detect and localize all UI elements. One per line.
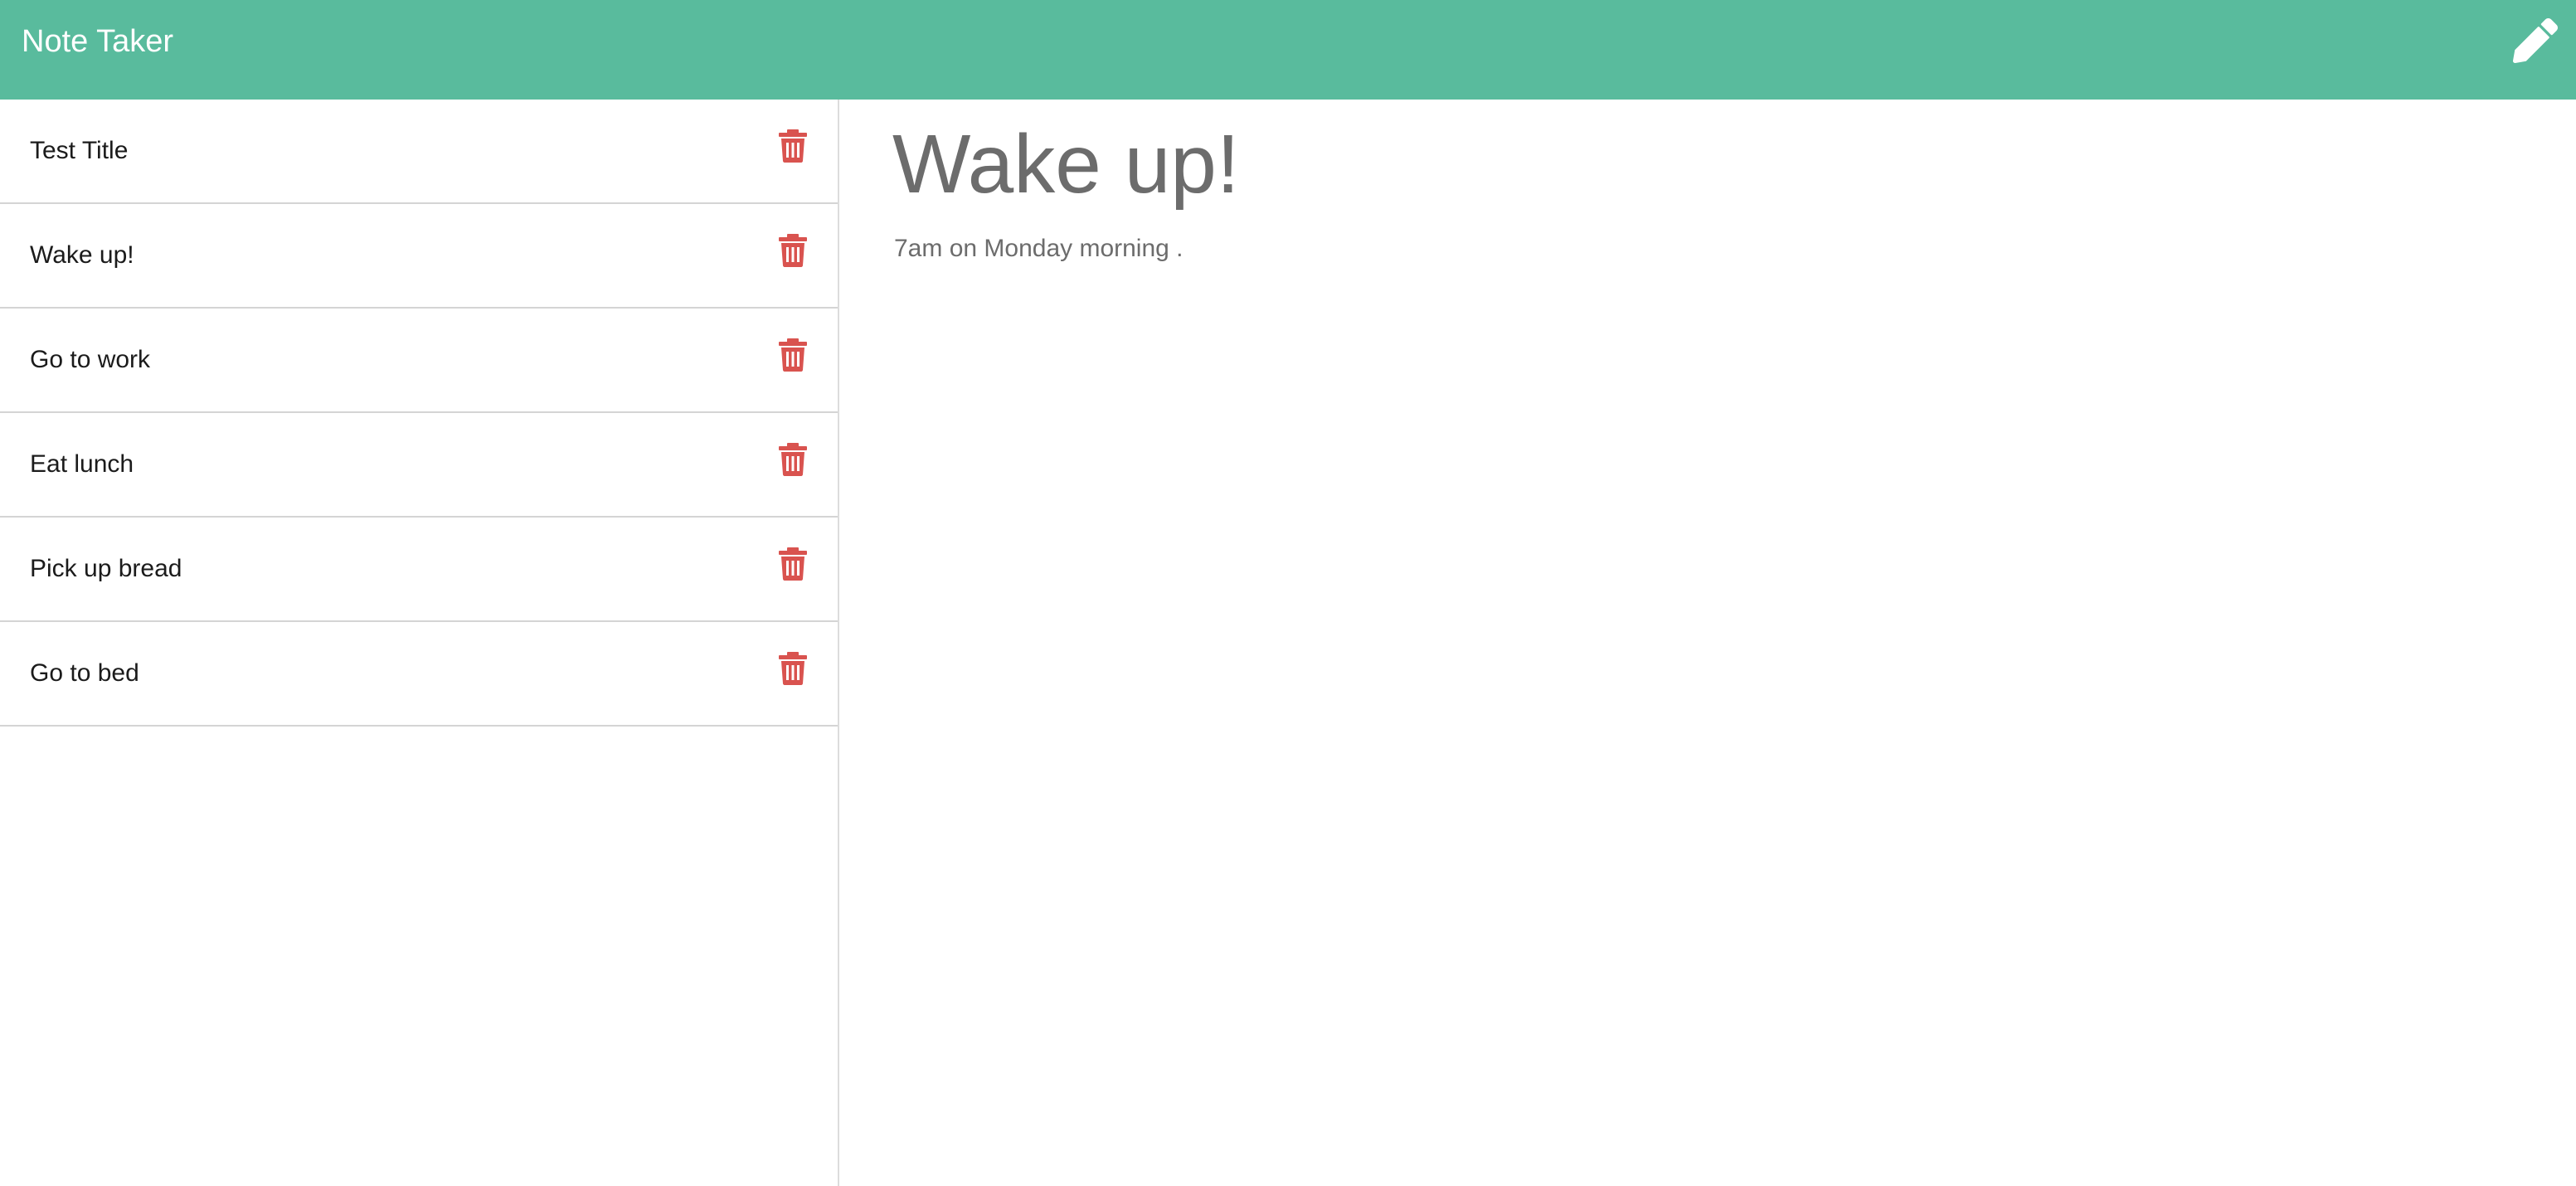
new-note-button[interactable]	[2513, 18, 2558, 63]
note-title: Go to work	[30, 346, 151, 373]
note-text-field[interactable]: 7am on Monday morning .	[894, 232, 1184, 265]
trash-icon	[779, 129, 807, 163]
trash-icon	[779, 443, 807, 476]
notes-sidebar: Test Title Wake up! Go to work Eat lunch…	[0, 100, 839, 1186]
delete-note-button[interactable]	[778, 547, 808, 581]
list-item[interactable]: Go to work	[0, 309, 838, 413]
delete-note-button[interactable]	[778, 338, 808, 372]
trash-icon	[779, 234, 807, 267]
trash-icon	[779, 547, 807, 581]
navbar: Note Taker	[0, 0, 2576, 100]
delete-note-button[interactable]	[778, 652, 808, 685]
list-item[interactable]: Pick up bread	[0, 518, 838, 622]
note-title: Eat lunch	[30, 450, 134, 478]
delete-note-button[interactable]	[778, 443, 808, 476]
delete-note-button[interactable]	[778, 234, 808, 267]
note-title-field[interactable]: Wake up!	[892, 114, 1240, 214]
note-list: Test Title Wake up! Go to work Eat lunch…	[0, 100, 838, 727]
list-item[interactable]: Wake up!	[0, 204, 838, 309]
app-title[interactable]: Note Taker	[22, 22, 173, 61]
delete-note-button[interactable]	[778, 129, 808, 163]
pencil-icon	[2513, 18, 2558, 63]
list-item[interactable]: Eat lunch	[0, 413, 838, 518]
note-title: Pick up bread	[30, 555, 182, 582]
note-editor: Wake up! 7am on Monday morning .	[841, 100, 2576, 1186]
trash-icon	[779, 338, 807, 372]
note-title: Test Title	[30, 137, 129, 164]
trash-icon	[779, 652, 807, 685]
list-item[interactable]: Test Title	[0, 100, 838, 204]
list-item[interactable]: Go to bed	[0, 622, 838, 727]
note-title: Wake up!	[30, 241, 134, 269]
note-title: Go to bed	[30, 659, 139, 687]
